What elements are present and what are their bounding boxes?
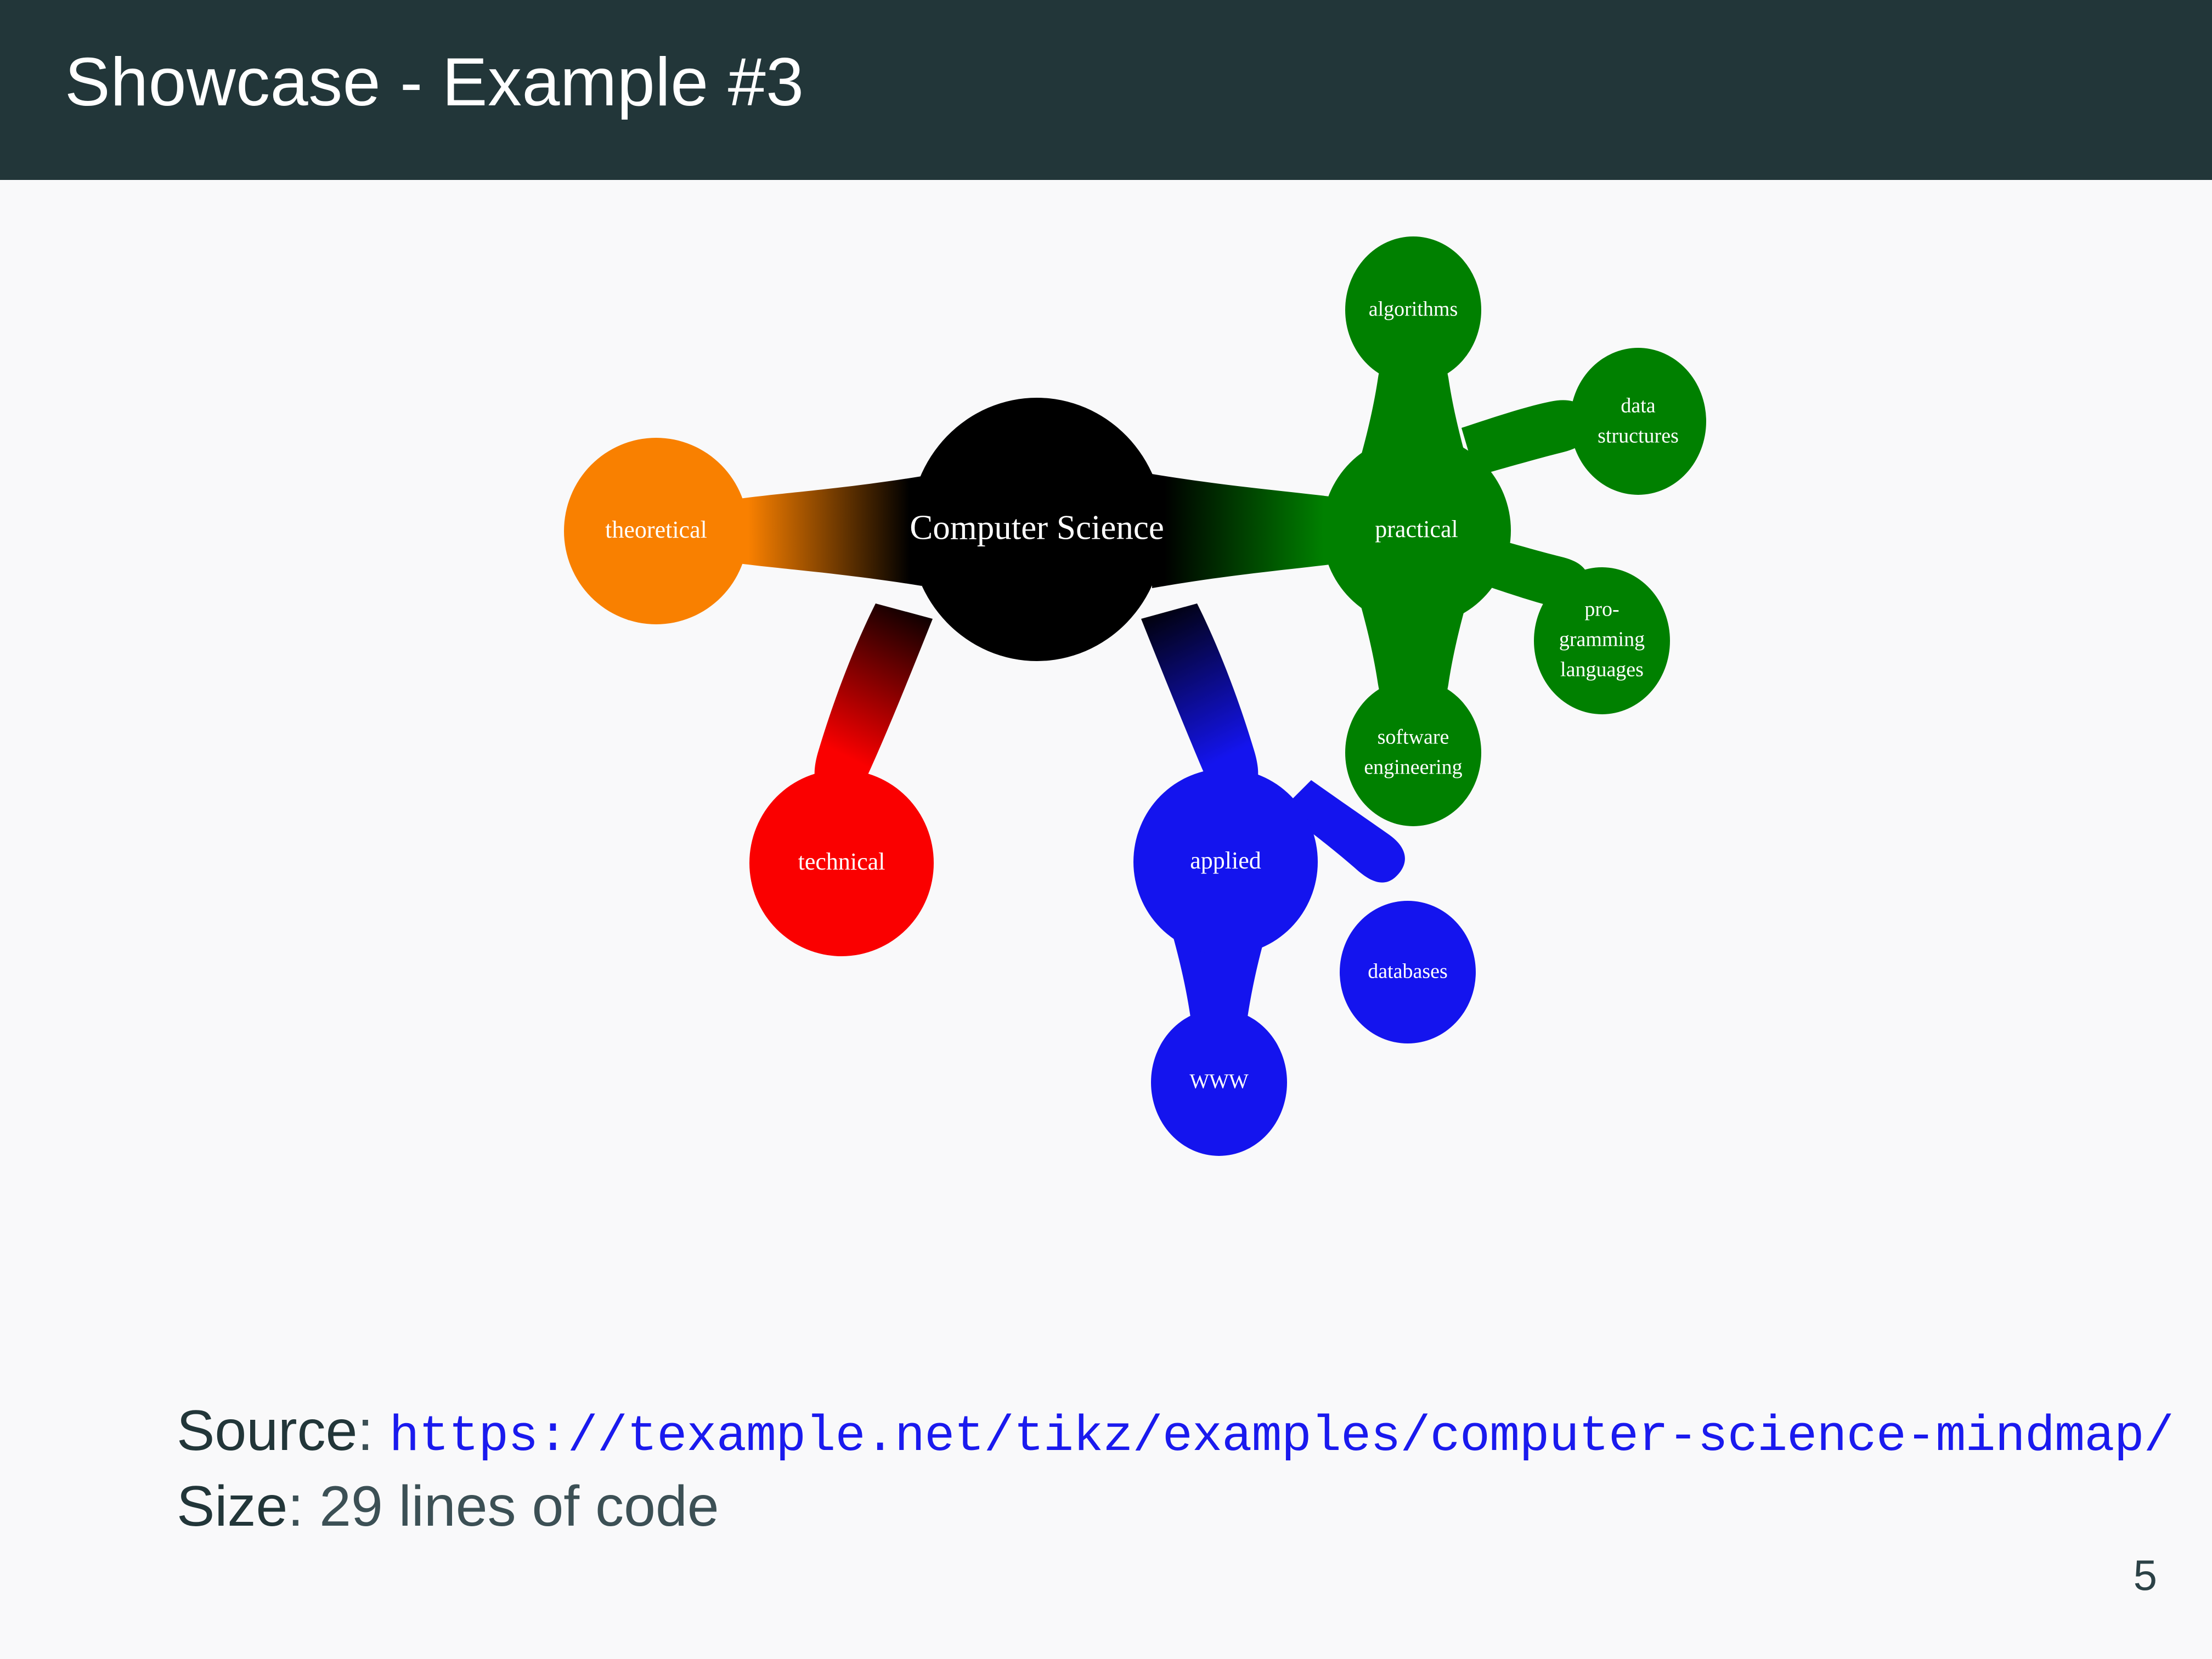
- node-practical-label: practical: [1375, 516, 1458, 543]
- source-line: Source: https://texample.net/tikz/exampl…: [177, 1399, 2174, 1464]
- node-databases[interactable]: databases: [1340, 901, 1476, 1043]
- mindmap-figure: algorithms data structures pro- gramming…: [0, 180, 2212, 1332]
- page-title: Showcase - Example #3: [65, 44, 804, 120]
- size-value: 29 lines of code: [319, 1475, 719, 1539]
- node-computer-science[interactable]: Computer Science: [910, 398, 1164, 661]
- node-databases-label: databases: [1368, 960, 1448, 983]
- node-software-engineering[interactable]: software engineering: [1345, 679, 1481, 826]
- node-theoretical-label: theoretical: [605, 516, 707, 543]
- node-algorithms[interactable]: algorithms: [1345, 236, 1481, 383]
- node-technical-label: technical: [798, 848, 885, 875]
- size-label: Size: [177, 1475, 288, 1539]
- source-url-link[interactable]: https://texample.net/tikz/examples/compu…: [389, 1408, 2174, 1465]
- node-data-structures-label-line1: data: [1621, 394, 1655, 417]
- node-programming-languages-label-line2: gramming: [1559, 628, 1645, 651]
- node-software-engineering-circle[interactable]: [1345, 679, 1481, 826]
- node-programming-languages-label-line3: languages: [1560, 658, 1644, 681]
- node-programming-languages[interactable]: pro- gramming languages: [1534, 567, 1670, 714]
- node-data-structures-label-line2: structures: [1598, 425, 1679, 448]
- node-applied-label: applied: [1190, 847, 1261, 874]
- slide-header-bar: Showcase - Example #3: [0, 0, 2212, 180]
- page-number: 5: [2133, 1551, 2157, 1599]
- node-technical[interactable]: technical: [749, 770, 934, 956]
- node-algorithms-label: algorithms: [1369, 298, 1458, 321]
- node-www[interactable]: WWW: [1151, 1009, 1287, 1156]
- size-line: Size: 29 lines of code: [177, 1476, 2152, 1537]
- node-data-structures-circle[interactable]: [1570, 348, 1706, 495]
- mindmap-svg: algorithms data structures pro- gramming…: [564, 236, 1706, 1156]
- node-theoretical[interactable]: theoretical: [564, 438, 748, 624]
- source-separator: :: [357, 1399, 390, 1463]
- node-computer-science-label: Computer Science: [910, 508, 1164, 546]
- node-software-engineering-label-line1: software: [1378, 726, 1449, 749]
- size-separator: :: [287, 1475, 320, 1539]
- node-practical[interactable]: practical: [1322, 435, 1511, 626]
- node-applied[interactable]: applied: [1133, 769, 1318, 955]
- node-data-structures[interactable]: data structures: [1570, 348, 1706, 495]
- source-info-block: Source: https://texample.net/tikz/exampl…: [177, 1399, 2174, 1538]
- node-www-label: WWW: [1189, 1070, 1249, 1093]
- node-programming-languages-label-line1: pro-: [1584, 598, 1619, 621]
- source-label: Source: [177, 1399, 358, 1463]
- node-software-engineering-label-line2: engineering: [1364, 756, 1462, 779]
